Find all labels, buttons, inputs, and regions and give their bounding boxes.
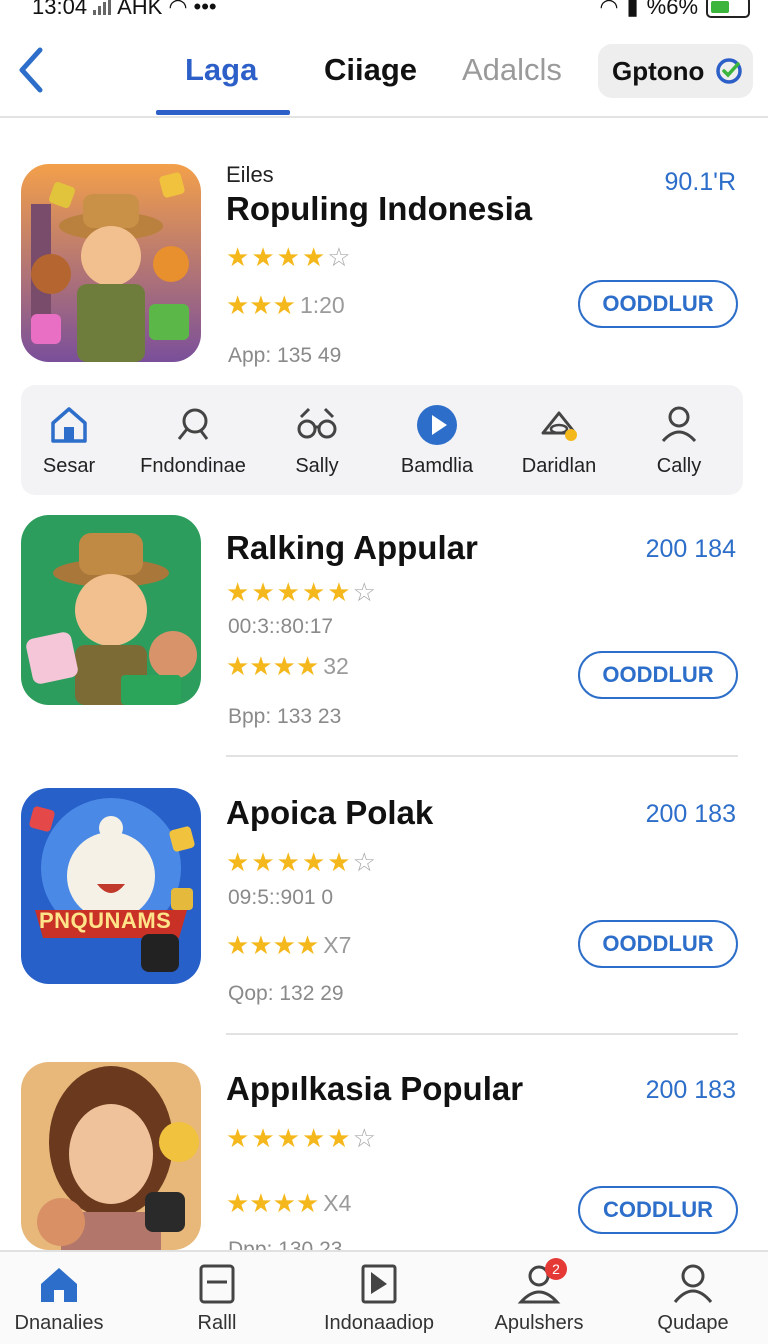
option-button[interactable]: Gptono [598,44,753,98]
app-meta: App: 135 49 [228,344,342,367]
category-bar: Sesar Fndondinae Sally Bamdlia Daridlan … [21,385,743,495]
nav-indonaadiop[interactable]: Indonaadiop [304,1262,454,1335]
more-dots-icon: ••• [193,0,217,19]
rating-stars: ★ ★ ★ ★ ★ ☆ [226,577,376,607]
rating-stars: ★ ★ ★ ★ ☆ [226,242,351,272]
rating-row: ★★★★ 32 [226,651,349,681]
tab-laga[interactable]: Laga [185,52,257,88]
category-cally[interactable]: Cally [619,403,739,478]
rating-row: ★★★★ X7 [226,930,352,960]
app-count: 90.1'R [664,168,736,196]
category-label: Cally [656,455,702,477]
search-icon [177,408,209,440]
category-label: Bamdlia [400,455,474,477]
play-icon [417,405,457,445]
person-icon [661,406,697,443]
nav-ralll[interactable]: Ralll [142,1262,292,1335]
app-card[interactable]: PNQUNAMS Apoica Polak 200 183 ★ ★ ★ ★ ★ ☆ 09:… [0,788,768,1035]
wifi-icon: ◠ [168,0,188,19]
nav-qudape[interactable]: Qudape [618,1262,768,1335]
check-circle-icon [716,58,743,84]
app-subtitle: Eiles [226,162,274,187]
app-meta: Bpp: 133 23 [228,705,342,728]
app-time: 00:3::80:17 [228,615,334,638]
battery-icon [706,0,750,18]
flag-icon [361,1264,397,1304]
top-nav: Laga Ciiage Adalcls Gptono [0,30,768,118]
nav-label: Apulshers [494,1312,584,1334]
nav-label: Dnanalies [14,1312,104,1334]
app-count: 200 184 [645,535,736,563]
notification-badge: 2 [545,1258,567,1280]
back-button[interactable] [14,44,50,96]
rating-text: 1:20 [299,292,345,318]
get-button[interactable]: CODDLUR [578,1186,738,1234]
app-meta: Qop: 132 29 [228,982,344,1005]
square-icon [199,1264,235,1304]
battery-percent: %6% [646,0,698,19]
status-time: 13:04 [32,0,88,19]
get-button[interactable]: OODDLUR [578,920,738,968]
rating-text: X4 [323,1190,352,1216]
status-bar: 13:04 AHK ◠ ••• ◠ ▮ %6% [0,0,768,22]
category-label: Sesar [42,455,96,477]
divider [226,1033,738,1035]
app-card[interactable]: Appılkasia Popular 200 183 ★ ★ ★ ★ ★ ☆ ★★★★ X… [0,1062,768,1261]
app-card[interactable]: Ralking Appular 200 184 ★ ★ ★ ★ ★ ☆ 00:3::80:… [0,515,768,757]
bottom-nav: Dnanalies Ralll Indonaadiop 2 Apulshers … [0,1250,768,1344]
app-time: 09:5::901 0 [228,886,334,909]
chevron-left-icon [19,47,43,93]
nav-dnanalies[interactable]: Dnanalies [0,1262,134,1335]
rating-row: ★★★ 1:20 [226,290,345,320]
wifi-icon: ◠ [599,0,619,19]
option-label: Gptono [612,55,705,86]
category-bamdlia[interactable]: Bamdlia [377,403,497,478]
app-title[interactable]: Ralking Appular [226,529,478,567]
home-icon [51,407,87,443]
category-label: Sally [295,455,339,477]
icon-banner-text: PNQUNAMS [39,908,172,933]
people-icon: 2 [517,1258,567,1306]
rating-stars: ★ ★ ★ ★ ★ ☆ [226,1123,376,1153]
nav-apulshers[interactable]: 2 Apulshers [464,1258,614,1335]
tab-adalcls[interactable]: Adalcls [462,52,562,88]
divider [226,755,738,757]
category-fndondinae[interactable]: Fndondinae [133,403,253,478]
app-count: 200 183 [645,1076,736,1104]
category-sally[interactable]: Sally [257,403,377,478]
signal-icon [93,0,112,15]
nav-label: Ralll [197,1312,237,1334]
category-label: Fndondinae [140,455,246,477]
category-label: Daridlan [521,455,597,477]
rating-text: X7 [323,932,352,958]
rating-row: ★★★★ X4 [226,1188,352,1218]
get-button[interactable]: OODDLUR [578,280,738,328]
app-title[interactable]: Ropuling Indonesia [226,190,532,228]
active-tab-indicator [156,110,290,115]
nav-label: Indonaadiop [323,1312,435,1334]
app-icon[interactable] [21,515,201,705]
category-sesar[interactable]: Sesar [9,403,129,478]
status-left: 13:04 AHK ◠ ••• [32,0,217,20]
carrier-label: AHK [117,0,163,19]
tab-ciiage[interactable]: Ciiage [324,52,417,88]
rating-text: 32 [323,653,349,679]
app-icon[interactable] [21,1062,201,1250]
signal-icon: ▮ [626,0,639,19]
profile-icon [673,1264,713,1303]
nav-label: Qudape [657,1312,729,1334]
app-icon[interactable] [21,164,201,362]
cloud-icon [541,411,577,441]
category-daridlan[interactable]: Daridlan [499,403,619,478]
status-right: ◠ ▮ %6% [599,0,750,20]
app-count: 200 183 [645,800,736,828]
get-button[interactable]: OODDLUR [578,651,738,699]
app-icon[interactable]: PNQUNAMS [21,788,201,984]
glasses-icon [297,407,337,439]
app-card[interactable]: Eiles Ropuling Indonesia 90.1'R ★ ★ ★ ★ ☆ ★★… [0,160,768,370]
app-title[interactable]: Appılkasia Popular [226,1070,523,1108]
rating-stars: ★ ★ ★ ★ ★ ☆ [226,847,376,877]
app-title[interactable]: Apoica Polak [226,794,433,832]
home-icon [41,1268,77,1302]
